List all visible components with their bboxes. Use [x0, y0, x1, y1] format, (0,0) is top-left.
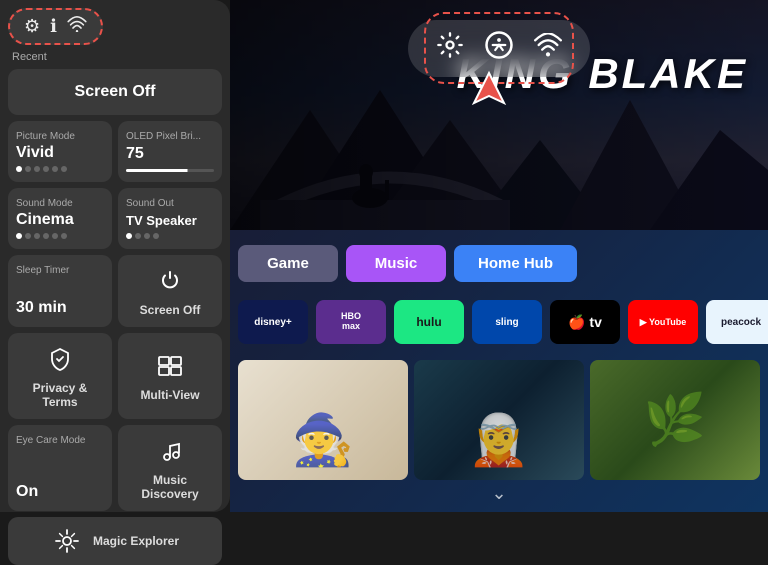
tab-homehub[interactable]: Home Hub [454, 245, 577, 282]
tv-main-area: KING BLAKE [230, 0, 768, 512]
tab-music[interactable]: Music [346, 245, 446, 282]
app-hulu[interactable]: hulu [394, 300, 464, 344]
recent-label: Recent [8, 51, 222, 63]
sound-mode-item[interactable]: Sound Mode Cinema [8, 188, 112, 249]
arrow-pointer [469, 68, 509, 113]
music-discovery-item[interactable]: Music Discovery [118, 425, 222, 511]
oled-bri-item[interactable]: OLED Pixel Bri... 75 [118, 121, 222, 182]
eyecare-music-row: Eye Care Mode On Music Discovery [8, 425, 222, 511]
sleep-timer-value: 30 min [16, 299, 104, 317]
hbo-logo: HBOmax [341, 312, 361, 332]
hulu-logo: hulu [416, 315, 441, 329]
app-peacock[interactable]: peacock [706, 300, 768, 344]
sleep-timer-item[interactable]: Sleep Timer 30 min [8, 255, 112, 327]
picture-mode-dots [16, 166, 104, 172]
wifi-icon-left[interactable] [67, 16, 87, 37]
privacy-terms-item[interactable]: Privacy & Terms [8, 333, 112, 419]
eye-care-label: Eye Care Mode [16, 435, 104, 446]
power-icon [154, 265, 186, 297]
oled-bri-label: OLED Pixel Bri... [126, 131, 214, 142]
picture-mode-item[interactable]: Picture Mode Vivid [8, 121, 112, 182]
scroll-arrow[interactable]: ⌄ [491, 483, 506, 504]
app-sling[interactable]: sling [472, 300, 542, 344]
peacock-logo: peacock [721, 317, 761, 328]
oled-bri-value: 75 [126, 145, 214, 163]
sound-out-value: TV Speaker [126, 213, 214, 228]
accessibility-icon-overlay[interactable] [484, 30, 514, 67]
sound-mode-dots [16, 233, 104, 239]
app-disney-plus[interactable]: disney+ [238, 300, 308, 344]
app-hbo-max[interactable]: HBOmax [316, 300, 386, 344]
settings-icon-overlay[interactable] [436, 31, 464, 66]
magic-explorer-icon [51, 525, 83, 557]
sound-mode-label: Sound Mode [16, 198, 104, 209]
thumbnail-1[interactable]: 🧙 [238, 360, 408, 480]
tabs-row: Game Music Home Hub [230, 245, 768, 282]
picture-mode-value: Vivid [16, 144, 104, 162]
thumbnails-row: 🧙 🧝 🌿 [230, 360, 768, 480]
magic-explorer-label: Magic Explorer [93, 534, 179, 548]
screen-off-icon-item[interactable]: Screen Off [118, 255, 222, 327]
app-apple-tv[interactable]: 🍎 tv [550, 300, 620, 344]
disney-logo: disney+ [254, 317, 292, 328]
privacy-multiview-row: Privacy & Terms Multi-View [8, 333, 222, 419]
picture-mode-label: Picture Mode [16, 131, 104, 142]
music-icon [154, 435, 186, 467]
top-icons-bar: ⚙ ℹ [8, 8, 103, 45]
eye-care-item[interactable]: Eye Care Mode On [8, 425, 112, 511]
multiview-icon [154, 350, 186, 382]
thumbnail-2[interactable]: 🧝 [414, 360, 584, 480]
wifi-icon-overlay[interactable] [534, 33, 562, 64]
apps-row: disney+ HBOmax hulu sling 🍎 tv ▶ YouTube… [230, 300, 768, 344]
sound-out-item[interactable]: Sound Out TV Speaker [118, 188, 222, 249]
sound-out-label: Sound Out [126, 198, 214, 209]
music-discovery-label: Music Discovery [126, 473, 214, 501]
sling-logo: sling [495, 317, 518, 328]
eye-care-value: On [16, 483, 104, 501]
tab-game[interactable]: Game [238, 245, 338, 282]
sound-row: Sound Mode Cinema Sound Out TV Speaker [8, 188, 222, 249]
accessibility-icon-left[interactable]: ℹ [50, 16, 57, 37]
left-panel: ⚙ ℹ Recent Screen Off Picture Mode Vivid… [0, 0, 230, 512]
shield-icon [44, 343, 76, 375]
screen-off-button[interactable]: Screen Off [8, 69, 222, 115]
magic-explorer-item[interactable]: Magic Explorer [8, 517, 222, 565]
sleep-timer-label: Sleep Timer [16, 265, 104, 276]
apple-logo: 🍎 tv [568, 314, 602, 331]
privacy-terms-label: Privacy & Terms [16, 381, 104, 409]
sound-mode-value: Cinema [16, 211, 104, 229]
settings-icon-left[interactable]: ⚙ [24, 16, 40, 37]
sound-out-dots [126, 233, 214, 239]
picture-oled-row: Picture Mode Vivid OLED Pixel Bri... 75 [8, 121, 222, 182]
sleep-screenoff-row: Sleep Timer 30 min Screen Off [8, 255, 222, 327]
multi-view-label: Multi-View [140, 388, 199, 402]
screen-off-icon-label: Screen Off [140, 303, 201, 317]
app-youtube[interactable]: ▶ YouTube [628, 300, 698, 344]
multi-view-item[interactable]: Multi-View [118, 333, 222, 419]
youtube-logo: ▶ YouTube [640, 317, 686, 328]
thumbnail-3[interactable]: 🌿 [590, 360, 760, 480]
